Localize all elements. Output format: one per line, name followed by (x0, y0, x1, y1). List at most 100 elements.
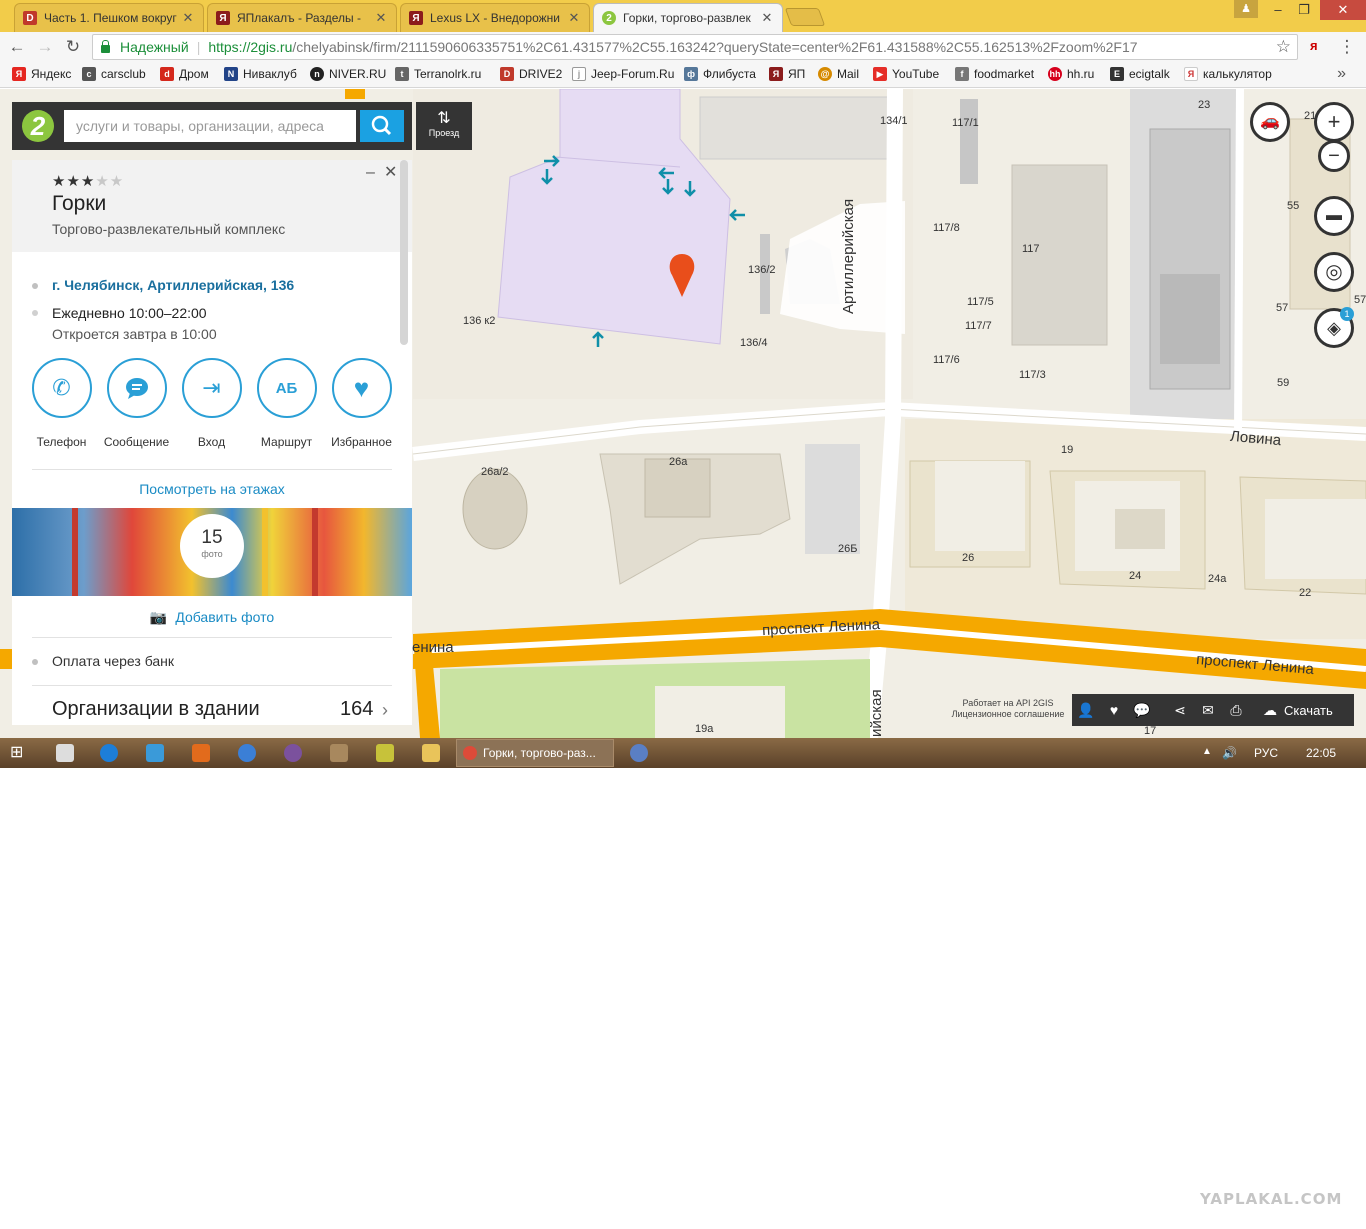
bookmark-ecigtalk[interactable]: Eecigtalk (1110, 67, 1170, 81)
close-icon[interactable]: ✕ (567, 10, 581, 26)
taskbar-window-title: Горки, торгово-раз... (483, 746, 596, 760)
minimize-card-icon[interactable]: – (366, 164, 375, 182)
chat-icon[interactable]: 💬 (1128, 702, 1156, 719)
app-icon[interactable] (56, 744, 74, 762)
share-icon[interactable]: ⋖ (1166, 702, 1194, 719)
api-credit[interactable]: Работает на API 2GIS (948, 698, 1068, 709)
nivaclub-icon: N (224, 67, 238, 81)
terranolrk-icon: t (395, 67, 409, 81)
download-button[interactable]: Скачать (1284, 703, 1333, 718)
user-icon[interactable]: 👤 (1072, 702, 1100, 719)
bookmark-label: foodmarket (974, 67, 1035, 81)
card-header: ★★★★★ Горки Торгово-развлекательный комп… (12, 160, 412, 252)
app-icon[interactable] (376, 744, 394, 762)
address-bar[interactable]: Надежный | https://2gis.ru /chelyabinsk/… (92, 34, 1298, 60)
bookmark-foodmarket[interactable]: f foodmarket (955, 67, 1034, 81)
taskbar-active-window[interactable]: Горки, торгово-раз... (456, 739, 614, 767)
route-button[interactable]: ⇅ Проезд (416, 102, 472, 150)
bookmark-calculator[interactable]: Якалькулятор (1184, 67, 1272, 81)
message-button[interactable]: Сообщение (99, 358, 174, 449)
tab-gorki-active[interactable]: 2 Горки, торгово-развлек ✕ (593, 3, 783, 32)
yandex-extension-icon[interactable]: я (1310, 38, 1318, 53)
folder-icon[interactable] (422, 744, 440, 762)
search-button[interactable] (360, 110, 404, 142)
reload-icon[interactable]: ↻ (62, 36, 84, 58)
tab-title: ЯПлакалъ - Разделы - (237, 11, 361, 25)
window-close-button[interactable]: ✕ (1320, 0, 1366, 20)
add-photo-link[interactable]: 📷 Добавить фото (12, 609, 412, 626)
download-cloud-icon[interactable]: ☁ (1256, 702, 1284, 719)
app-icon[interactable] (238, 744, 256, 762)
maximize-button[interactable]: ❐ (1290, 0, 1318, 20)
zoom-out-button[interactable]: − (1318, 140, 1350, 172)
view-floors-link[interactable]: Посмотреть на этажах (12, 481, 412, 497)
close-card-icon[interactable]: ✕ (384, 162, 397, 182)
bookmark-carsclub[interactable]: c carsclub (82, 67, 146, 81)
close-icon[interactable]: ✕ (181, 10, 195, 26)
new-tab-button[interactable] (784, 8, 826, 26)
bookmark-hh[interactable]: hh hh.ru (1048, 67, 1094, 81)
close-icon[interactable]: ✕ (760, 10, 774, 26)
geolocation-icon[interactable]: ◎ (1314, 252, 1354, 292)
traffic-icon[interactable]: 🚗 (1250, 102, 1290, 142)
windows-start-icon[interactable]: ⊞ (10, 742, 28, 761)
card-scrollbar[interactable] (400, 160, 408, 345)
bookmark-yap[interactable]: Я ЯП (769, 67, 805, 81)
mail-icon[interactable]: ✉ (1194, 702, 1222, 719)
2gis-logo-icon[interactable]: 2 (22, 110, 54, 142)
bookmark-jeep-forum[interactable]: j Jeep-Forum.Ru (572, 67, 674, 81)
firm-address-link[interactable]: г. Челябинск, Артиллерийская, 136 (52, 277, 294, 293)
bookmark-terranolrk[interactable]: t Terranolrk.ru (395, 67, 481, 81)
action-label: Вход (197, 435, 226, 449)
app-icon[interactable] (330, 744, 348, 762)
heart-icon[interactable]: ♥ (1100, 702, 1128, 718)
ecigtalk-icon: E (1110, 67, 1124, 81)
ruler-icon[interactable]: ▬ (1314, 196, 1354, 236)
viber-icon[interactable] (284, 744, 302, 762)
tray-expand-icon[interactable]: ▲ (1202, 746, 1212, 757)
ie-icon[interactable] (100, 744, 118, 762)
chrome-menu-icon[interactable]: ⋮ (1336, 36, 1358, 58)
back-arrow-icon[interactable]: ← (6, 36, 28, 58)
license-link[interactable]: Лицензионное соглашение (948, 709, 1068, 720)
clock[interactable]: 22:05 (1306, 746, 1336, 760)
building (462, 468, 528, 550)
bookmark-drom[interactable]: d Дром (160, 67, 209, 81)
building-number: 59 (1277, 377, 1290, 389)
forward-arrow-icon[interactable]: → (34, 36, 56, 58)
tab-drive2[interactable]: D Часть 1. Пешком вокруг ✕ (14, 3, 204, 32)
app-icon[interactable] (146, 744, 164, 762)
profile-icon[interactable]: ♟ (1234, 0, 1258, 18)
photo-gallery[interactable]: 15 фото (12, 508, 412, 596)
entrance-button[interactable]: ⇥ Вход (174, 358, 249, 449)
phone-button[interactable]: ✆ Телефон (24, 358, 99, 449)
url-path: /chelyabinsk/firm/2111590606335751%2C61.… (292, 39, 1138, 55)
close-icon[interactable]: ✕ (374, 10, 388, 26)
minimize-button[interactable]: – (1264, 0, 1292, 20)
zoom-in-button[interactable]: + (1314, 102, 1354, 142)
volume-icon[interactable]: 🔊 (1222, 746, 1237, 760)
tab-lexus[interactable]: Я Lexus LX - Внедорожни ✕ (400, 3, 590, 32)
bookmark-drive2[interactable]: D DRIVE2 (500, 67, 562, 81)
bookmark-mail[interactable]: @ Mail (818, 67, 859, 81)
tab-yaplakal-sections[interactable]: Я ЯПлакалъ - Разделы - ✕ (207, 3, 397, 32)
route-action-button[interactable]: АБ Маршрут (249, 358, 324, 449)
bookmark-star-icon[interactable]: ☆ (1276, 37, 1291, 57)
bookmarks-overflow-icon[interactable]: » (1337, 65, 1346, 83)
favorite-button[interactable]: ♥ Избранное (324, 358, 399, 449)
chevron-right-icon[interactable]: › (382, 700, 388, 721)
app-icon[interactable] (192, 744, 210, 762)
rating-stars: ★★★★★ (52, 172, 124, 190)
app-icon[interactable] (630, 744, 648, 762)
bookmark-nivaclub[interactable]: N Нивaклуб (224, 67, 297, 81)
bookmark-flibusta[interactable]: ф Флибуста (684, 67, 756, 81)
search-input[interactable] (64, 110, 356, 142)
language-indicator[interactable]: РУС (1254, 746, 1278, 760)
bookmark-niver[interactable]: n NIVER.RU (310, 67, 386, 81)
print-icon[interactable]: ⎙ (1222, 702, 1250, 719)
bookmark-label: калькулятор (1203, 67, 1272, 81)
orgs-in-building-link[interactable]: Организации в здании (52, 698, 260, 721)
bookmark-youtube[interactable]: ▶ YouTube (873, 67, 939, 81)
address-bullet-icon (32, 283, 38, 289)
bookmark-yandex[interactable]: Я Яндекс (12, 67, 71, 81)
